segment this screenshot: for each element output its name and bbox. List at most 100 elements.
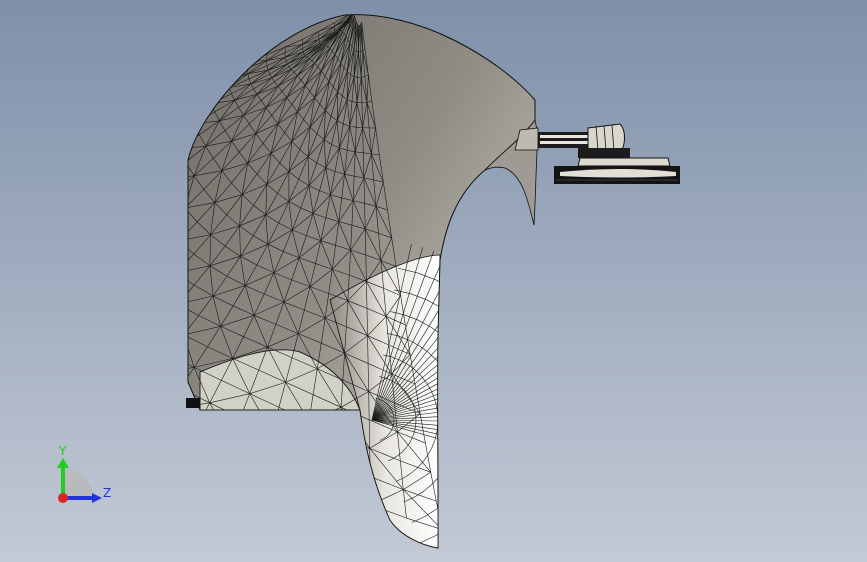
mesh-edge [63, 263, 87, 279]
mesh-edge [121, 148, 150, 150]
mesh-edge [102, 177, 110, 194]
mesh-edge [503, 406, 505, 424]
mesh-edge [91, 144, 120, 148]
mesh-edge [478, 394, 482, 410]
mesh-edge [78, 329, 101, 344]
mesh-edge [35, 225, 61, 240]
meshed-3d-model[interactable] [0, 0, 867, 562]
mesh-edge [484, 473, 493, 490]
mesh-edge [206, 87, 230, 90]
mesh-edge [10, 166, 38, 178]
mesh-edge [353, 13, 354, 14]
mesh-edge [140, 278, 141, 310]
mesh-edge [16, 198, 24, 219]
mesh-edge [33, 329, 56, 346]
mesh-edge [442, 307, 457, 319]
mesh-edge [264, 432, 273, 459]
mesh-edge [162, 95, 163, 105]
mesh-edge [62, 138, 91, 144]
mesh-edge [78, 312, 100, 329]
mesh-edge [0, 118, 8, 125]
mesh-edge [152, 374, 166, 410]
mesh-edge [102, 278, 140, 280]
mesh-edge [484, 314, 498, 331]
mesh-edge [502, 423, 505, 442]
mesh-edge [138, 90, 139, 101]
mesh-edge [33, 313, 57, 329]
mesh-edge [55, 345, 100, 346]
mesh-edge [8, 255, 22, 275]
mesh-edge [304, 421, 310, 448]
mesh-edge [436, 499, 449, 510]
mesh-edge [299, 447, 305, 475]
mesh-edge [139, 112, 141, 124]
mesh-edge [227, 61, 249, 69]
mesh-edge [55, 346, 80, 362]
mesh-edge [24, 205, 51, 219]
mesh-edge [230, 441, 265, 459]
orientation-triad[interactable]: Y Z [50, 440, 120, 510]
mesh-edge [91, 134, 116, 144]
graphics-viewport[interactable]: Y Z [0, 0, 867, 562]
mesh-edge [491, 500, 504, 518]
mesh-edge [454, 388, 458, 401]
mesh-edge [97, 228, 110, 246]
mesh-edge [24, 220, 35, 241]
mesh-edge [457, 477, 467, 490]
mesh-edge [70, 144, 91, 173]
mesh-edge [141, 259, 161, 277]
mesh-edge [70, 173, 102, 177]
mesh-edge [55, 329, 77, 346]
mesh-edge [80, 296, 99, 312]
mesh-edge [143, 341, 168, 354]
mesh-edge [455, 318, 469, 331]
mesh-edge [7, 157, 10, 178]
mesh-edge [114, 112, 139, 120]
mesh-edge [507, 347, 517, 366]
mesh-edge [88, 101, 89, 115]
mesh-edge [140, 310, 161, 323]
mesh-edge [150, 125, 168, 150]
mesh-edge [13, 276, 22, 311]
mesh-edge [153, 193, 174, 211]
mesh-edge [208, 96, 212, 104]
mesh-edge [500, 389, 504, 407]
mount-bracket[interactable] [514, 123, 680, 184]
mesh-edge [519, 444, 525, 465]
mesh-edge [145, 245, 160, 260]
mesh-edge [43, 173, 70, 186]
mesh-edge [152, 374, 180, 388]
mesh-edge [99, 310, 140, 313]
mesh-edge [206, 74, 228, 83]
mesh-edge [102, 148, 121, 177]
mesh-edge [227, 81, 230, 88]
mesh-edge [156, 149, 178, 164]
mesh-edge [62, 121, 63, 137]
mesh-edge [88, 114, 89, 128]
triad-y-arrow [57, 458, 69, 468]
mesh-edge [150, 137, 173, 150]
mesh-edge [0, 137, 6, 145]
mesh-edge [468, 329, 480, 344]
mesh-edge [62, 129, 88, 138]
mesh-edge [126, 163, 133, 179]
mesh-edge [481, 409, 483, 424]
mesh-edge [34, 129, 35, 147]
mesh-edge [163, 85, 185, 88]
mesh-edge [145, 125, 168, 136]
mesh-edge [143, 323, 160, 341]
mesh-edge [134, 179, 143, 195]
mesh-edge [446, 455, 453, 467]
mesh-edge [115, 90, 139, 95]
mesh-edge [121, 148, 127, 163]
mesh-edge [115, 95, 139, 100]
mesh-edge [0, 189, 16, 198]
mesh-edge [70, 160, 96, 173]
mesh-edge [8, 240, 35, 255]
mesh-edge [63, 244, 73, 279]
mesh-edge [523, 424, 527, 445]
mesh-edge [132, 229, 145, 245]
mesh-edge [164, 105, 187, 114]
triad-quarter-disc [63, 468, 93, 498]
mesh-edge [51, 205, 86, 209]
